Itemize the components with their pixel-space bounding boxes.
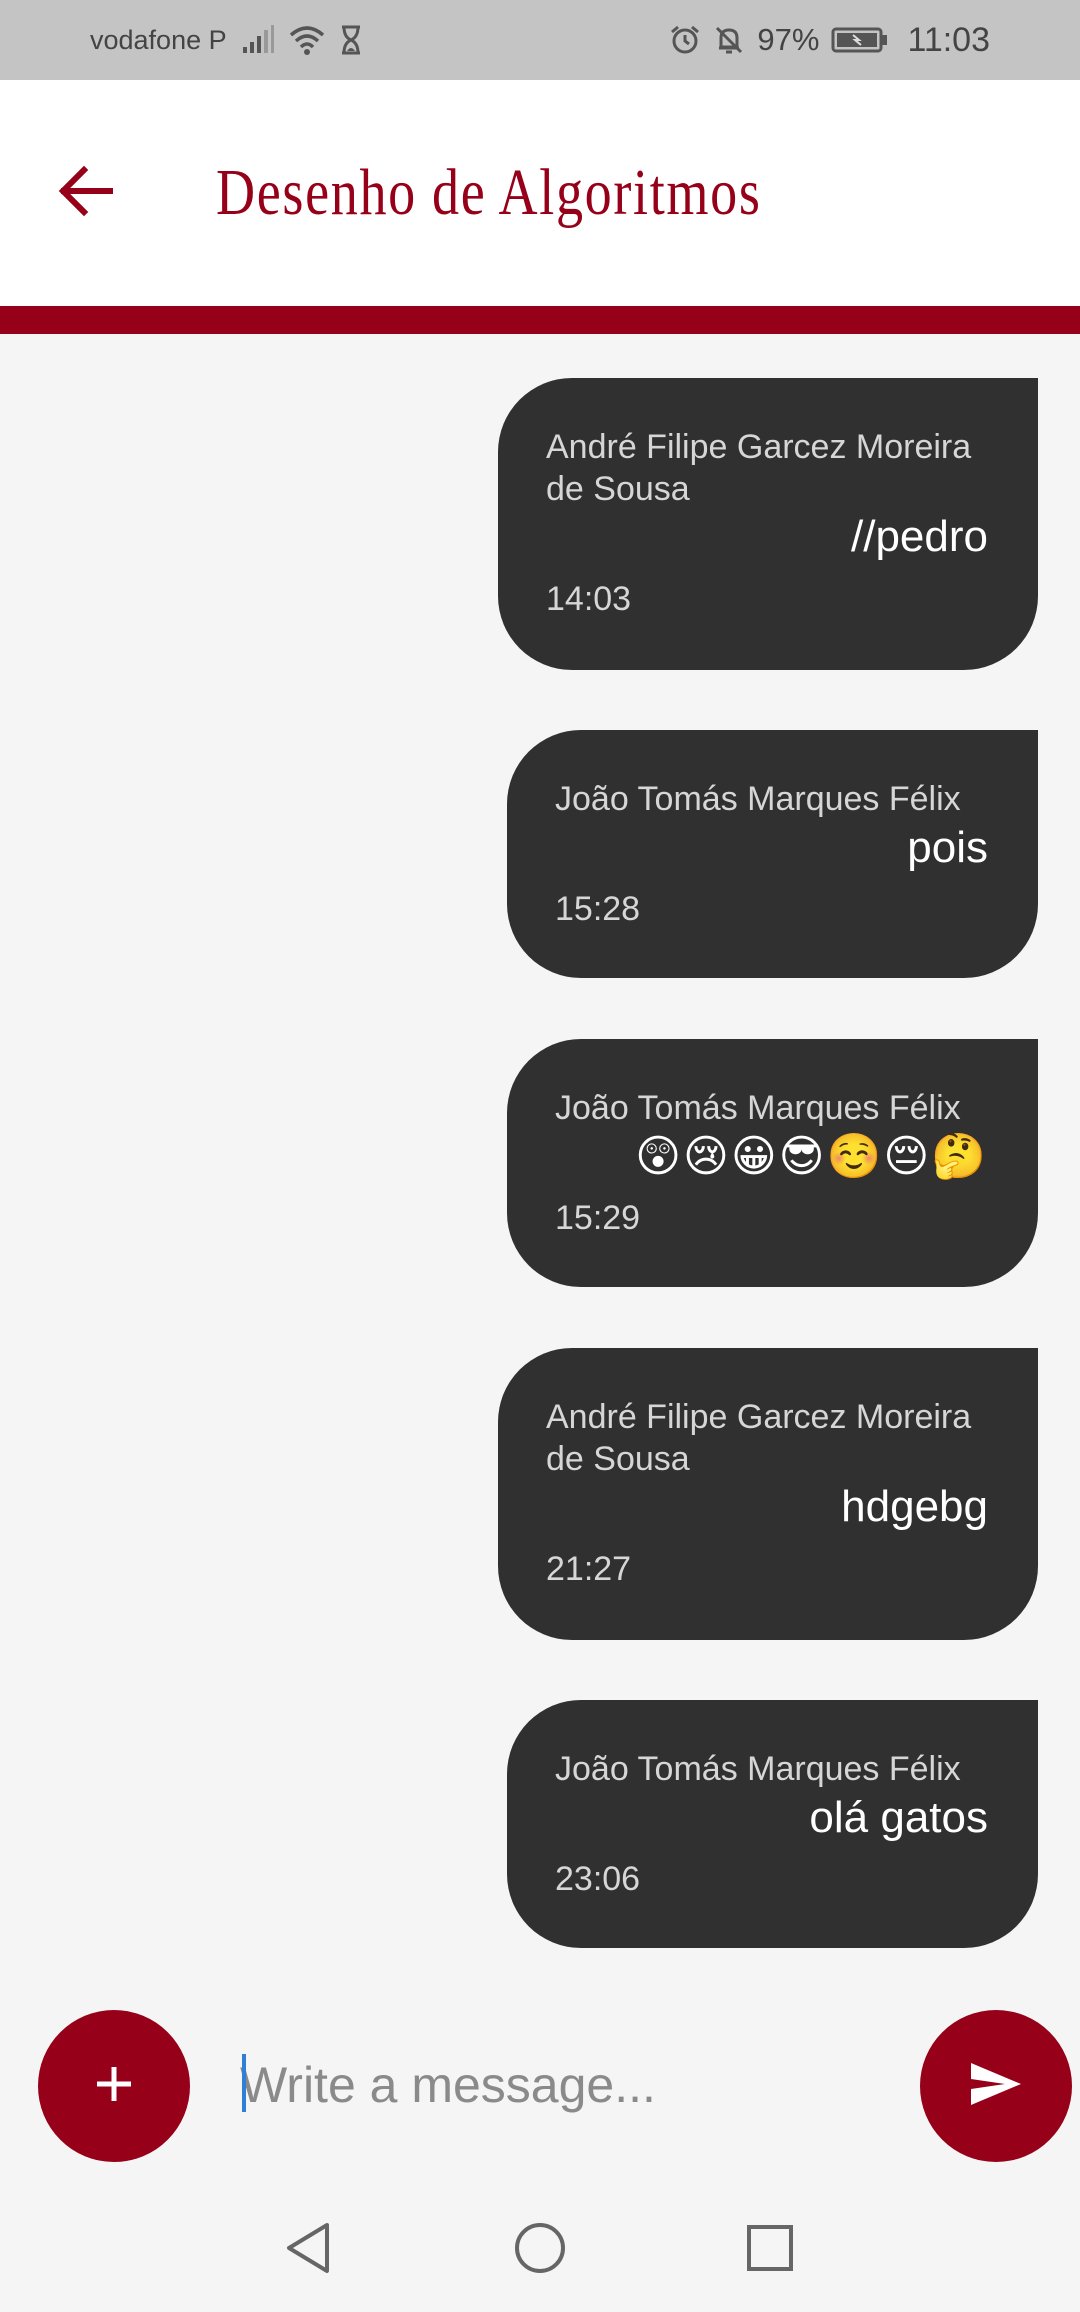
bell-off-icon [713,24,745,56]
hourglass-icon [339,25,363,55]
message-text: //pedro [851,512,988,561]
nav-recents-button[interactable] [730,2210,810,2290]
arrow-left-icon [56,165,114,222]
message-bubble[interactable]: João Tomás Marques Félix pois 15:28 [507,730,1038,978]
nav-back-button[interactable] [268,2210,348,2290]
message-time: 21:27 [546,1550,632,1588]
battery-percentage: 97% [757,22,820,57]
status-right: 97% 11:03 [669,0,990,80]
status-bar: vodafone P 97% 11:03 [0,0,1080,80]
message-sender: João Tomás Marques Félix [555,1750,961,1788]
app-bar-accent-stripe [0,306,1080,334]
wifi-icon [289,25,325,55]
message-sender: André Filipe Garcez Moreira de Sousa [546,428,972,508]
nav-home-button[interactable] [500,2210,580,2290]
recents-square-icon [745,2223,795,2278]
carrier-name: vodafone P [90,24,227,55]
text-cursor [242,2054,246,2112]
back-button[interactable] [50,150,120,236]
message-time: 15:29 [555,1199,641,1237]
message-text: hdgebg [841,1482,988,1531]
message-sender: João Tomás Marques Félix [555,780,961,818]
page-title: Desenho de Algoritmos [216,156,762,229]
message-time: 14:03 [546,580,632,618]
message-time: 23:06 [555,1860,641,1898]
home-circle-icon [513,2221,567,2280]
message-text: olá gatos [809,1793,988,1842]
alarm-icon [669,24,701,56]
message-sender: João Tomás Marques Félix [555,1089,961,1127]
message-bubble[interactable]: João Tomás Marques Félix 😲😢😀😎☺️😔🤔 15:29 [507,1039,1038,1287]
message-input[interactable] [240,2040,880,2130]
back-triangle-icon [283,2221,333,2280]
status-left: vodafone P [90,0,363,80]
battery-icon [831,26,889,54]
clock: 11:03 [907,20,990,59]
add-attachment-button[interactable] [38,2010,190,2162]
message-bubble[interactable]: André Filipe Garcez Moreira de Sousa //p… [498,378,1038,670]
send-icon [969,2061,1023,2112]
message-text: pois [907,823,988,872]
signal-icon [241,25,275,55]
message-bubble[interactable]: João Tomás Marques Félix olá gatos 23:06 [507,1700,1038,1948]
message-time: 15:28 [555,890,641,928]
message-bubble[interactable]: André Filipe Garcez Moreira de Sousa hdg… [498,1348,1038,1640]
send-button[interactable] [920,2010,1072,2162]
plus-icon [94,2064,134,2109]
message-text: 😲😢😀😎☺️😔🤔 [635,1132,988,1181]
message-sender: André Filipe Garcez Moreira de Sousa [546,1398,972,1478]
